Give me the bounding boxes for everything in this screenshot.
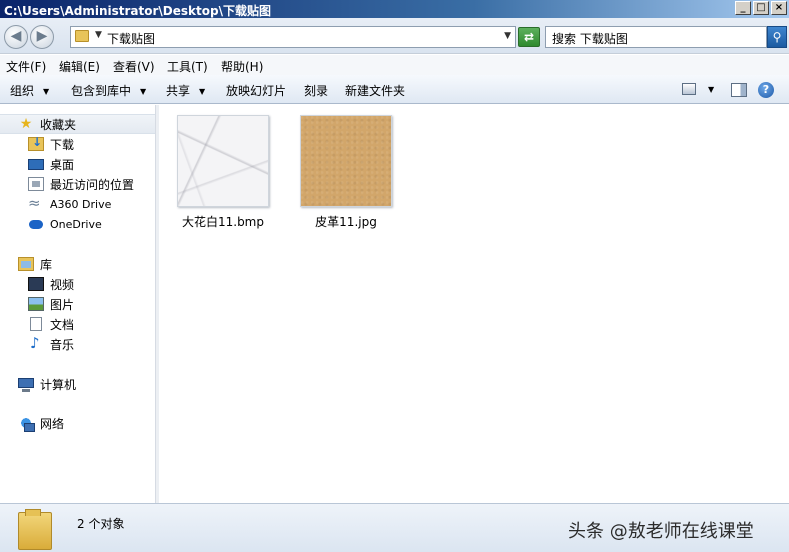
onedrive-cloud-icon (28, 217, 44, 231)
new-folder-button[interactable]: 新建文件夹 (345, 82, 405, 99)
maximize-button[interactable]: □ (753, 1, 769, 15)
downloads-folder-icon (28, 135, 44, 151)
navigation-pane: ★ 收藏夹 下载 桌面 最近访问的位置 A360 Drive OneDrive … (0, 105, 156, 503)
address-row: ◀ ▶ ▼ 下载贴图 ▼ ⇄ 搜索 下载贴图 ⚲ (0, 18, 789, 54)
chevron-down-icon: ▼ (199, 87, 206, 96)
sidebar-item-label: 音乐 (50, 337, 75, 352)
sidebar-item-label: 收藏夹 (40, 117, 77, 132)
sidebar-item-label: 桌面 (50, 157, 75, 172)
folder-icon (18, 509, 52, 550)
file-list: 大花白11.bmp 皮革11.jpg (159, 105, 789, 503)
sidebar-item-onedrive[interactable]: OneDrive (28, 214, 102, 234)
video-icon (28, 277, 44, 291)
file-item[interactable]: 大花白11.bmp (173, 115, 273, 230)
search-input[interactable]: 搜索 下载贴图 (545, 26, 767, 48)
sidebar-item-label: 最近访问的位置 (50, 177, 135, 192)
slideshow-button[interactable]: 放映幻灯片 (226, 82, 286, 99)
sidebar-item-favorites[interactable]: ★ 收藏夹 (0, 114, 155, 134)
sidebar-item-network[interactable]: 网络 (18, 413, 64, 433)
address-dropdown-icon[interactable]: ▼ (504, 31, 511, 41)
leather-thumbnail (300, 115, 392, 207)
refresh-icon[interactable]: ⇄ (518, 27, 540, 47)
documents-icon (30, 317, 42, 331)
share-label: 共享 (166, 84, 191, 98)
sidebar-item-label: 库 (40, 257, 53, 272)
menu-tools[interactable]: 工具(T) (167, 58, 208, 75)
details-pane: 2 个对象 头条 @敖老师在线课堂 (0, 503, 789, 552)
organize-button[interactable]: 组织 ▼ (10, 82, 49, 99)
breadcrumb-current[interactable]: 下载贴图 (107, 30, 155, 47)
view-dropdown-icon[interactable]: ▼ (708, 85, 714, 94)
sidebar-item-label: 计算机 (40, 377, 77, 392)
recent-places-icon (28, 177, 44, 191)
sidebar-item-downloads[interactable]: 下载 (28, 134, 74, 154)
forward-button[interactable]: ▶ (30, 25, 54, 49)
include-library-label: 包含到库中 (71, 84, 132, 98)
sidebar-item-pictures[interactable]: 图片 (28, 294, 74, 314)
include-library-button[interactable]: 包含到库中 ▼ (71, 82, 146, 99)
organize-label: 组织 (10, 84, 35, 98)
sidebar-item-label: 网络 (40, 416, 65, 431)
burn-button[interactable]: 刻录 (304, 82, 328, 99)
window-controls: _ □ × (735, 1, 787, 15)
sidebar-item-documents[interactable]: 文档 (28, 314, 74, 334)
computer-icon (18, 377, 34, 392)
marble-thumbnail (177, 115, 269, 207)
menu-help[interactable]: 帮助(H) (221, 58, 263, 75)
file-name: 皮革11.jpg (315, 215, 377, 229)
sidebar-item-a360[interactable]: A360 Drive (28, 194, 111, 214)
star-icon: ★ (19, 116, 33, 132)
network-icon (18, 416, 35, 432)
menu-bar: 文件(F) 编辑(E) 查看(V) 工具(T) 帮助(H) (0, 55, 789, 75)
address-bar[interactable]: ▼ 下载贴图 ▼ (70, 26, 516, 48)
help-icon[interactable]: ? (758, 82, 774, 98)
back-button[interactable]: ◀ (4, 25, 28, 49)
sidebar-item-label: 视频 (50, 277, 75, 292)
sidebar-item-recent[interactable]: 最近访问的位置 (28, 174, 134, 194)
sidebar-item-videos[interactable]: 视频 (28, 274, 74, 294)
menu-file[interactable]: 文件(F) (6, 58, 46, 75)
pictures-icon (28, 297, 44, 311)
sidebar-item-label: OneDrive (50, 217, 102, 231)
music-icon (28, 334, 44, 352)
chevron-down-icon: ▼ (43, 87, 50, 96)
preview-pane-icon[interactable] (731, 83, 747, 97)
close-button[interactable]: × (771, 1, 787, 15)
watermark-text: 头条 @敖老师在线课堂 (568, 521, 754, 542)
share-button[interactable]: 共享 ▼ (166, 82, 205, 99)
file-item[interactable]: 皮革11.jpg (296, 115, 396, 230)
library-icon (18, 257, 34, 271)
sidebar-item-label: 文档 (50, 317, 75, 332)
minimize-button[interactable]: _ (735, 1, 751, 15)
a360-drive-icon (28, 194, 44, 212)
chevron-down-icon: ▼ (140, 87, 147, 96)
breadcrumb-chevron-icon[interactable]: ▼ (95, 30, 102, 40)
title-bar: C:\Users\Administrator\Desktop\下载贴图 _ □ … (0, 0, 789, 18)
view-options-icon[interactable] (682, 83, 696, 95)
item-count: 2 个对象 (77, 517, 125, 531)
sidebar-item-label: 下载 (50, 137, 75, 152)
window-title: C:\Users\Administrator\Desktop\下载贴图 (4, 4, 271, 18)
sidebar-item-computer[interactable]: 计算机 (18, 374, 76, 394)
desktop-icon (28, 158, 44, 170)
folder-icon (75, 30, 89, 42)
sidebar-item-libraries[interactable]: 库 (18, 254, 52, 274)
sidebar-item-label: A360 Drive (50, 197, 112, 211)
menu-view[interactable]: 查看(V) (113, 58, 155, 75)
command-bar: 组织 ▼ 包含到库中 ▼ 共享 ▼ 放映幻灯片 刻录 新建文件夹 ▼ ? (0, 75, 789, 104)
sidebar-item-label: 图片 (50, 297, 75, 312)
sidebar-item-music[interactable]: 音乐 (28, 334, 74, 354)
file-name: 大花白11.bmp (181, 215, 264, 229)
sidebar-item-desktop[interactable]: 桌面 (28, 154, 74, 174)
search-icon[interactable]: ⚲ (767, 26, 787, 48)
menu-edit[interactable]: 编辑(E) (59, 58, 100, 75)
